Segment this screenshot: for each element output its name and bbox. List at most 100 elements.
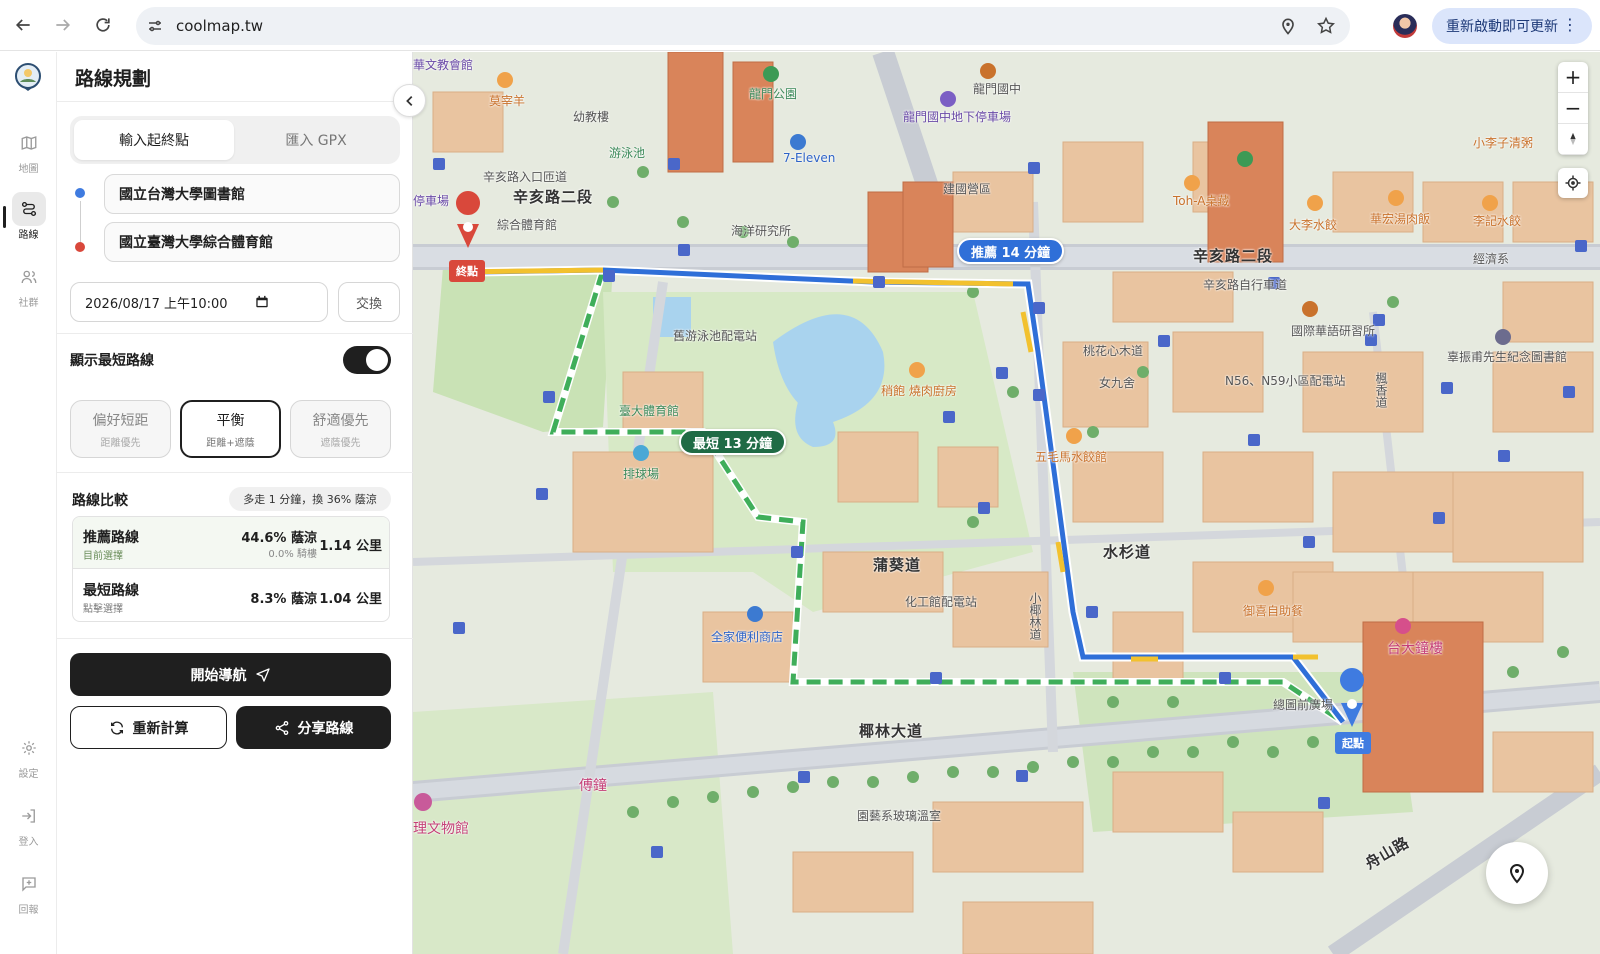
zoom-out-button[interactable]: − [1558, 93, 1588, 124]
rail-settings[interactable]: 設定 [0, 731, 57, 780]
route-name: 推薦路線 [83, 530, 139, 546]
rail-route[interactable]: 路線 [0, 192, 57, 241]
map-label: 大李水餃 [1289, 218, 1338, 232]
end-pin-label: 終點 [449, 260, 485, 282]
mode-label: 偏好短距 [92, 412, 149, 429]
map-label: 經濟系 [1473, 252, 1510, 266]
map-label: 龍門國中地下停車場 [903, 110, 1012, 124]
input-mode-tabs: 輸入起終點 匯入 GPX [70, 116, 400, 164]
map-label: 龍門國中 [973, 82, 1022, 96]
profile-avatar[interactable] [1393, 14, 1417, 38]
mode-label: 舒適優先 [312, 412, 369, 429]
panel-title: 路線規劃 [75, 68, 152, 90]
route-shade: 44.6% 蔭涼 [241, 531, 317, 546]
bookmark-star-icon[interactable] [1316, 16, 1336, 36]
map-label: 稍飽 燒肉廚房 [881, 384, 957, 398]
route-distance: 1.14 公里 [319, 539, 382, 554]
recalculate-label: 重新計算 [132, 720, 189, 737]
address-bar[interactable]: coolmap.tw [136, 7, 1350, 45]
route-distance: 1.04 公里 [319, 592, 382, 607]
tab-enter-points[interactable]: 輸入起終點 [74, 120, 234, 160]
mode-comfort[interactable]: 舒適優先 遮蔭優先 [290, 400, 391, 458]
url-text: coolmap.tw [176, 17, 264, 35]
divider [57, 333, 413, 334]
mode-balanced[interactable]: 平衡 距離+遮蔭 [180, 400, 281, 458]
rail-map[interactable]: 地圖 [0, 126, 57, 175]
mode-prefer-short[interactable]: 偏好短距 距離優先 [70, 400, 171, 458]
mode-sub: 距離+遮蔭 [206, 437, 255, 449]
origin-dot [75, 188, 85, 198]
map-canvas[interactable]: 華文教會館 莫宰羊 幼教樓 龍門公園 龍門國中 龍門國中地下停車場 游泳池 7-… [413, 52, 1600, 954]
reload-button[interactable] [86, 8, 120, 42]
share-route-button[interactable]: 分享路線 [236, 706, 391, 749]
app-logo-icon[interactable] [14, 62, 42, 92]
rail-feedback[interactable]: 回報 [0, 867, 57, 916]
destination-input[interactable]: 國立臺灣大學綜合體育館 [104, 222, 400, 262]
share-icon [275, 720, 288, 735]
road-label: 小椰林道 [1028, 592, 1042, 640]
mode-label: 平衡 [216, 412, 245, 429]
map-label: 7-Eleven [783, 151, 836, 165]
map-label: 御喜自助餐 [1243, 604, 1304, 618]
compare-row-shortest[interactable]: 最短路線 點擊選擇 8.3% 蔭涼 1.04 公里 [73, 570, 389, 621]
map-label: 海洋研究所 [731, 224, 792, 238]
map-label: 舊游泳池配電站 [673, 329, 758, 343]
waypoint-connector [80, 201, 81, 245]
collapse-panel-button[interactable] [393, 84, 426, 117]
login-icon [21, 809, 35, 823]
map-label: 國際華語研習所 [1291, 324, 1376, 338]
compass-button[interactable] [1558, 124, 1588, 155]
route-arcade: 0.0% 騎樓 [268, 549, 317, 560]
zoom-controls: + − [1558, 62, 1588, 155]
tab-import-gpx[interactable]: 匯入 GPX [236, 120, 396, 160]
compare-row-recommended[interactable]: 推薦路線 目前選擇 44.6% 蔭涼 0.0% 騎樓 1.14 公里 [73, 517, 389, 569]
more-vert-icon[interactable]: ⋮ [1562, 17, 1578, 33]
rail-community-label: 社群 [18, 298, 39, 309]
map-label: 李記水餃 [1473, 214, 1522, 228]
departure-datetime-input[interactable]: 2026/08/17 上午10:00 [70, 282, 328, 322]
route-planner-panel: 路線規劃 輸入起終點 匯入 GPX 國立台灣大學圖書館 國立臺灣大學綜合體育館 … [57, 52, 413, 954]
recommended-route-chip[interactable]: 推薦 14 分鐘 [957, 238, 1065, 264]
map-label: 桃花心木道 [1083, 344, 1144, 358]
calendar-icon[interactable] [255, 295, 269, 309]
map-label: 小李子清粥 [1473, 136, 1534, 150]
road-label: 水杉道 [1103, 543, 1152, 561]
rail-feedback-label: 回報 [18, 905, 39, 916]
crosshair-icon [1565, 175, 1581, 191]
map-label: 幼教樓 [573, 110, 610, 124]
rail-login[interactable]: 登入 [0, 799, 57, 848]
swap-button[interactable]: 交換 [338, 282, 400, 322]
back-button[interactable] [6, 8, 40, 42]
start-navigation-button[interactable]: 開始導航 [70, 653, 391, 696]
site-settings-icon[interactable] [146, 17, 164, 35]
drop-pin-button[interactable] [1486, 842, 1548, 904]
origin-input[interactable]: 國立台灣大學圖書館 [104, 174, 400, 214]
map-label: 總圖前廣場 [1273, 698, 1334, 712]
browser-toolbar: coolmap.tw 重新啟動即可更新 ⋮ [0, 0, 1600, 51]
gear-icon [21, 741, 36, 755]
locate-me-button[interactable] [1558, 168, 1588, 198]
rail-community[interactable]: 社群 [0, 260, 57, 309]
start-navigation-label: 開始導航 [190, 667, 247, 684]
location-icon[interactable] [1278, 16, 1298, 36]
map-label: 建國營區 [943, 182, 992, 196]
users-icon [21, 270, 36, 284]
shortest-route-toggle-label: 顯示最短路線 [70, 353, 154, 369]
update-button[interactable]: 重新啟動即可更新 ⋮ [1432, 8, 1592, 44]
map-label: 傅鐘 [579, 778, 607, 794]
rail-route-label: 路線 [18, 230, 39, 241]
recalculate-button[interactable]: 重新計算 [70, 706, 227, 749]
rail-map-label: 地圖 [18, 164, 39, 175]
map-label: 台大鐘樓 [1387, 641, 1443, 657]
map-label: 游泳池 [609, 146, 646, 160]
zoom-in-button[interactable]: + [1558, 62, 1588, 93]
divider [57, 101, 413, 102]
map-label: 理文物館 [413, 821, 469, 837]
datetime-value: 2026/08/17 上午10:00 [85, 296, 228, 312]
shortest-route-chip[interactable]: 最短 13 分鐘 [679, 429, 787, 455]
shortest-route-toggle[interactable] [343, 346, 391, 374]
reload-icon [96, 18, 110, 32]
refresh-icon [110, 721, 123, 734]
route-compare-table: 推薦路線 目前選擇 44.6% 蔭涼 0.0% 騎樓 1.14 公里 最短路線 … [72, 516, 390, 622]
forward-button[interactable] [46, 8, 80, 42]
